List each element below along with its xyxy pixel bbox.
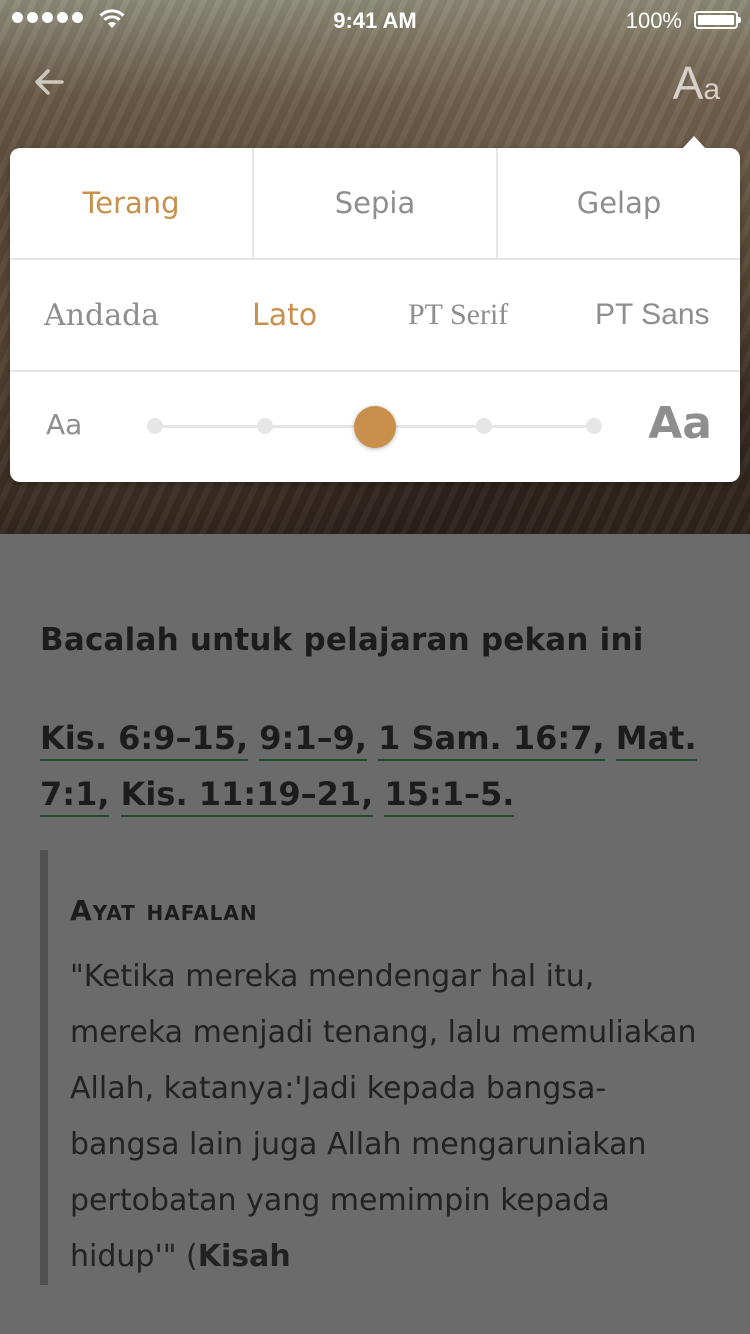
theme-option-gelap[interactable]: Gelap — [498, 148, 740, 258]
theme-selector: Terang Sepia Gelap — [10, 148, 740, 260]
font-selector: Andada Lato PT Serif PT Sans — [10, 260, 740, 372]
font-option-andada[interactable]: Andada — [44, 260, 159, 370]
reference-link[interactable]: 9:1–9, — [259, 719, 368, 762]
font-size-small-label: Aa — [46, 408, 83, 441]
font-size-selector: Aa Aa — [10, 372, 740, 482]
memory-verse-ref: Kisah — [197, 1239, 291, 1275]
font-size-icon-small: a — [703, 73, 720, 106]
font-size-slider-knob[interactable] — [354, 406, 396, 448]
font-size-step[interactable] — [476, 418, 492, 434]
font-option-pt-serif[interactable]: PT Serif — [408, 260, 508, 370]
theme-option-sepia[interactable]: Sepia — [254, 148, 498, 258]
reading-references: Kis. 6:9–15, 9:1–9, 1 Sam. 16:7, Mat. 7:… — [40, 710, 710, 822]
reference-link[interactable]: Kis. 6:9–15, — [40, 719, 249, 762]
reference-link[interactable]: 15:1–5. — [384, 775, 515, 818]
font-size-large-label: Aa — [648, 398, 712, 449]
font-size-step[interactable] — [257, 418, 273, 434]
reader-settings-popover: Terang Sepia Gelap Andada Lato PT Serif … — [10, 136, 740, 482]
memory-verse-heading: Ayat hafalan — [70, 894, 258, 928]
lesson-content: Bacalah untuk pelajaran pekan ini Kis. 6… — [40, 620, 710, 1286]
reference-link[interactable]: Kis. 11:19–21, — [120, 775, 374, 818]
battery-percent: 100% — [625, 8, 682, 33]
theme-option-terang[interactable]: Terang — [10, 148, 254, 258]
memory-verse-block: Ayat hafalan "Ketika mereka mendengar ha… — [40, 850, 710, 1286]
back-arrow-icon[interactable] — [30, 62, 70, 102]
status-bar: 9:41 AM 100% — [0, 0, 750, 40]
reading-heading: Bacalah untuk pelajaran pekan ini — [40, 622, 644, 658]
font-size-step[interactable] — [586, 418, 602, 434]
font-size-step[interactable] — [147, 418, 163, 434]
reference-link[interactable]: 1 Sam. 16:7, — [378, 719, 605, 762]
memory-verse-text: "Ketika mereka mendengar hal itu, mereka… — [70, 959, 697, 1275]
font-settings-button[interactable]: Aa — [673, 56, 720, 110]
font-option-pt-sans[interactable]: PT Sans — [595, 260, 710, 370]
memory-verse-body: "Ketika mereka mendengar hal itu, mereka… — [70, 959, 697, 1275]
font-option-lato[interactable]: Lato — [252, 260, 317, 370]
battery-icon — [694, 11, 741, 29]
font-size-icon-big: A — [672, 57, 704, 109]
